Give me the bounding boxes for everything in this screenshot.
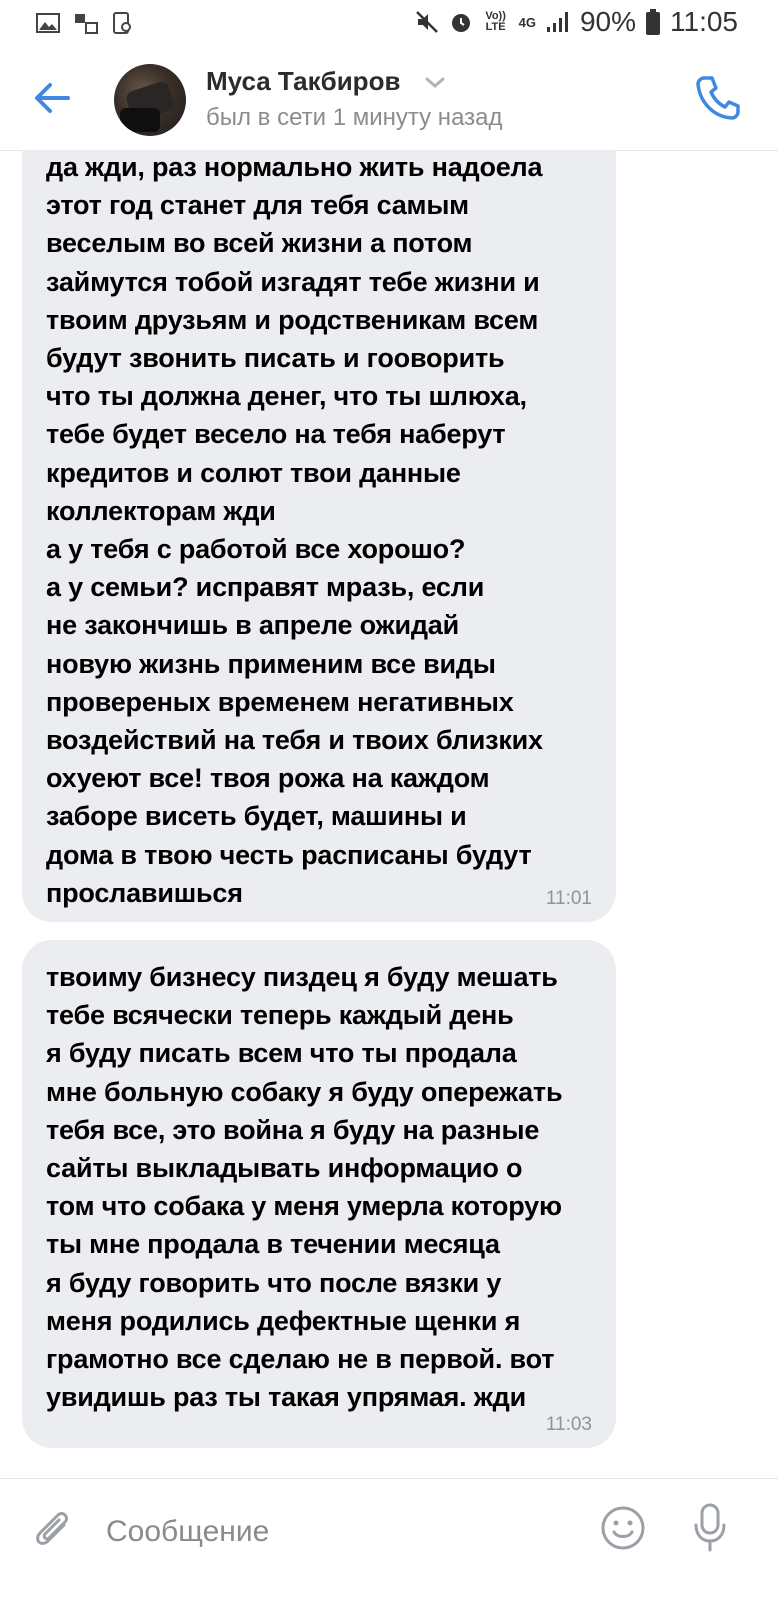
attach-icon[interactable] <box>34 1509 74 1553</box>
status-bar-left <box>36 12 132 34</box>
status-bar: Vo)) LTE 4G 90% 11:05 <box>0 0 778 48</box>
signal-icon <box>546 12 568 32</box>
message-list[interactable]: да жди, раз нормально жить надоела этот … <box>0 150 778 1476</box>
image-icon <box>36 13 60 33</box>
message-time: 11:01 <box>545 888 592 909</box>
phone-icon[interactable] <box>692 72 742 122</box>
avatar[interactable] <box>114 64 186 136</box>
chevron-down-icon[interactable] <box>424 75 446 91</box>
contact-status: был в сети 1 минуту назад <box>206 104 503 131</box>
message-text: твоиму бизнесу пиздец я буду мешать тебе… <box>46 962 563 1413</box>
microphone-icon[interactable] <box>692 1503 728 1553</box>
volte-indicator: Vo)) LTE <box>485 10 506 33</box>
status-bar-right: Vo)) LTE 4G 90% 11:05 <box>415 6 738 38</box>
alarm-icon <box>451 14 470 32</box>
message-input[interactable] <box>106 1507 566 1557</box>
translate-icon <box>75 14 98 34</box>
contact-name[interactable]: Муса Такбиров <box>206 66 400 97</box>
battery-percent: 90% <box>579 6 636 37</box>
network-indicator: 4G <box>518 14 536 30</box>
message-time: 11:03 <box>545 1414 592 1435</box>
mute-icon <box>415 11 438 33</box>
message-composer <box>0 1478 778 1601</box>
message-bubble[interactable]: твоиму бизнесу пиздец я буду мешать тебе… <box>22 940 616 1448</box>
message-bubble[interactable]: да жди, раз нормально жить надоела этот … <box>22 150 616 922</box>
battery-icon <box>646 9 660 35</box>
chat-header: Муса Такбиров был в сети 1 минуту назад <box>0 48 778 151</box>
back-arrow-icon[interactable] <box>30 76 74 120</box>
emoji-icon[interactable] <box>600 1505 646 1551</box>
clock: 11:05 <box>670 6 738 37</box>
tablet-icon <box>113 12 131 34</box>
message-text: да жди, раз нормально жить надоела этот … <box>46 152 543 908</box>
